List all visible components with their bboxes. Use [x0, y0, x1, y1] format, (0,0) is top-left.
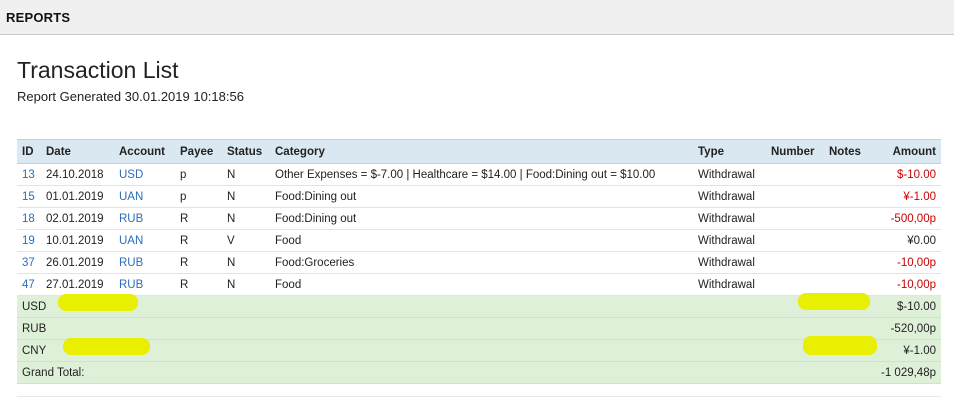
column-header-id[interactable]: ID — [17, 139, 41, 164]
page-title: Transaction List — [17, 57, 179, 83]
type-cell: Withdrawal — [693, 229, 766, 252]
notes-cell — [824, 163, 874, 186]
date-cell: 01.01.2019 — [41, 185, 114, 208]
account-link[interactable]: UAN — [114, 229, 175, 252]
account-link[interactable]: RUB — [114, 273, 175, 296]
transaction-id-link[interactable]: 13 — [17, 163, 41, 186]
column-header-notes[interactable]: Notes — [824, 139, 874, 164]
payee-cell: p — [175, 163, 222, 186]
notes-cell — [824, 229, 874, 252]
total-label: RUB — [17, 317, 874, 340]
number-cell — [766, 207, 824, 230]
type-cell: Withdrawal — [693, 273, 766, 296]
highlight-mark — [803, 336, 877, 355]
payee-cell: R — [175, 251, 222, 274]
number-cell — [766, 163, 824, 186]
highlight-mark — [58, 294, 138, 311]
table-row: 19 10.01.2019 UAN R V Food Withdrawal ¥0.00 — [17, 229, 941, 252]
transaction-id-link[interactable]: 19 — [17, 229, 41, 252]
payee-cell: R — [175, 273, 222, 296]
grand-total-label: Grand Total: — [17, 361, 874, 384]
number-cell — [766, 229, 824, 252]
transaction-id-link[interactable]: 18 — [17, 207, 41, 230]
date-cell: 10.01.2019 — [41, 229, 114, 252]
table-header-row: ID Date Account Payee Status Category Ty… — [17, 139, 941, 164]
category-cell: Food:Dining out — [270, 185, 693, 208]
column-header-amount[interactable]: Amount — [874, 139, 941, 164]
status-cell: N — [222, 273, 270, 296]
column-header-type[interactable]: Type — [693, 139, 766, 164]
status-cell: N — [222, 251, 270, 274]
highlight-mark — [798, 293, 870, 310]
table-row: 15 01.01.2019 UAN p N Food:Dining out Withdraw… — [17, 185, 941, 208]
date-cell: 26.01.2019 — [41, 251, 114, 274]
account-link[interactable]: RUB — [114, 207, 175, 230]
transaction-id-link[interactable]: 47 — [17, 273, 41, 296]
divider — [17, 396, 941, 397]
total-label: USD — [17, 295, 874, 318]
notes-cell — [824, 207, 874, 230]
date-cell: 27.01.2019 — [41, 273, 114, 296]
grand-total-row: Grand Total: -1 029,48р — [17, 361, 941, 384]
grand-total-amount: -1 029,48р — [874, 361, 941, 384]
reports-header-bar: REPORTS — [0, 0, 954, 35]
status-cell: V — [222, 229, 270, 252]
amount-cell: -500,00р — [874, 207, 941, 230]
account-link[interactable]: RUB — [114, 251, 175, 274]
table-row: 37 26.01.2019 RUB R N Food:Groceries Withdrawa… — [17, 251, 941, 274]
type-cell: Withdrawal — [693, 251, 766, 274]
highlight-mark — [63, 338, 150, 355]
category-cell: Food — [270, 229, 693, 252]
transaction-id-link[interactable]: 37 — [17, 251, 41, 274]
type-cell: Withdrawal — [693, 207, 766, 230]
table-row: 13 24.10.2018 USD p N Other Expenses = $-7.00… — [17, 163, 941, 186]
amount-cell: $-10.00 — [874, 163, 941, 186]
column-header-date[interactable]: Date — [41, 139, 114, 164]
category-cell: Other Expenses = $-7.00 | Healthcare = $… — [270, 163, 693, 186]
notes-cell — [824, 185, 874, 208]
payee-cell: p — [175, 185, 222, 208]
status-cell: N — [222, 207, 270, 230]
amount-cell: ¥0.00 — [874, 229, 941, 252]
column-header-status[interactable]: Status — [222, 139, 270, 164]
transaction-rows: 13 24.10.2018 USD p N Other Expenses = $-7.00… — [17, 163, 941, 296]
number-cell — [766, 185, 824, 208]
table-row: 47 27.01.2019 RUB R N Food Withdrawal -10,00р — [17, 273, 941, 296]
column-header-number[interactable]: Number — [766, 139, 824, 164]
total-amount: $-10.00 — [874, 295, 941, 318]
report-content: Transaction List Report Generated 30.01.… — [0, 35, 954, 411]
number-cell — [766, 251, 824, 274]
account-link[interactable]: UAN — [114, 185, 175, 208]
reports-header-title: REPORTS — [6, 9, 71, 25]
status-cell: N — [222, 185, 270, 208]
category-cell: Food:Dining out — [270, 207, 693, 230]
status-cell: N — [222, 163, 270, 186]
table-row: 18 02.01.2019 RUB R N Food:Dining out Withdraw… — [17, 207, 941, 230]
report-generated-text: Report Generated 30.01.2019 10:18:56 — [17, 89, 244, 104]
total-amount: ¥-1.00 — [874, 339, 941, 362]
category-cell: Food — [270, 273, 693, 296]
amount-cell: ¥-1.00 — [874, 185, 941, 208]
total-amount: -520,00р — [874, 317, 941, 340]
date-cell: 02.01.2019 — [41, 207, 114, 230]
payee-cell: R — [175, 207, 222, 230]
type-cell: Withdrawal — [693, 185, 766, 208]
amount-cell: -10,00р — [874, 251, 941, 274]
transaction-id-link[interactable]: 15 — [17, 185, 41, 208]
total-row-rub: RUB -520,00р — [17, 317, 941, 340]
column-header-payee[interactable]: Payee — [175, 139, 222, 164]
notes-cell — [824, 251, 874, 274]
account-link[interactable]: USD — [114, 163, 175, 186]
date-cell: 24.10.2018 — [41, 163, 114, 186]
column-header-category[interactable]: Category — [270, 139, 693, 164]
payee-cell: R — [175, 229, 222, 252]
category-cell: Food:Groceries — [270, 251, 693, 274]
amount-cell: -10,00р — [874, 273, 941, 296]
column-header-account[interactable]: Account — [114, 139, 175, 164]
type-cell: Withdrawal — [693, 163, 766, 186]
